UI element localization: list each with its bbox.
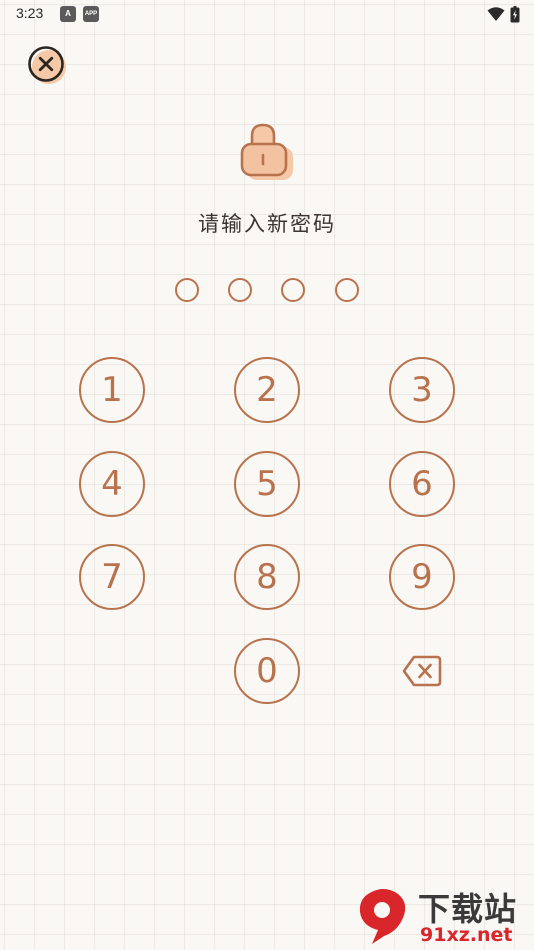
backspace-icon [402, 655, 442, 687]
app-notification-icon: APP [83, 6, 99, 22]
watermark: 下载站 91xz.net [354, 884, 530, 948]
a-notification-icon: A [60, 6, 76, 22]
status-time: 3:23 [16, 5, 44, 21]
key-0[interactable]: 0 [234, 638, 300, 704]
key-label: 5 [256, 464, 278, 504]
status-bar: 3:23 A APP [0, 0, 534, 28]
key-label: 9 [411, 557, 433, 597]
key-5[interactable]: 5 [234, 451, 300, 517]
pin-dot [228, 278, 252, 302]
battery-icon [510, 5, 520, 22]
key-4[interactable]: 4 [79, 451, 145, 517]
lock-icon [237, 122, 297, 184]
key-label: 1 [101, 370, 123, 410]
close-button[interactable] [26, 44, 68, 86]
key-label: 6 [411, 464, 433, 504]
pin-dot [175, 278, 199, 302]
key-label: 8 [256, 557, 278, 597]
key-label: 3 [411, 370, 433, 410]
close-icon [28, 46, 66, 84]
key-7[interactable]: 7 [79, 544, 145, 610]
key-2[interactable]: 2 [234, 357, 300, 423]
status-right-icons [487, 5, 520, 23]
key-label: 2 [256, 370, 278, 410]
wifi-icon [487, 7, 505, 21]
key-label: 4 [101, 464, 123, 504]
watermark-logo [359, 889, 406, 944]
key-label: 7 [101, 557, 123, 597]
password-prompt: 请输入新密码 [198, 212, 336, 236]
key-6[interactable]: 6 [389, 451, 455, 517]
backspace-button[interactable] [402, 654, 442, 688]
key-1[interactable]: 1 [79, 357, 145, 423]
key-8[interactable]: 8 [234, 544, 300, 610]
key-3[interactable]: 3 [389, 357, 455, 423]
key-label: 0 [256, 651, 278, 691]
pin-dot [281, 278, 305, 302]
pin-dot [335, 278, 359, 302]
key-9[interactable]: 9 [389, 544, 455, 610]
watermark-domain: 91xz.net [420, 924, 513, 946]
